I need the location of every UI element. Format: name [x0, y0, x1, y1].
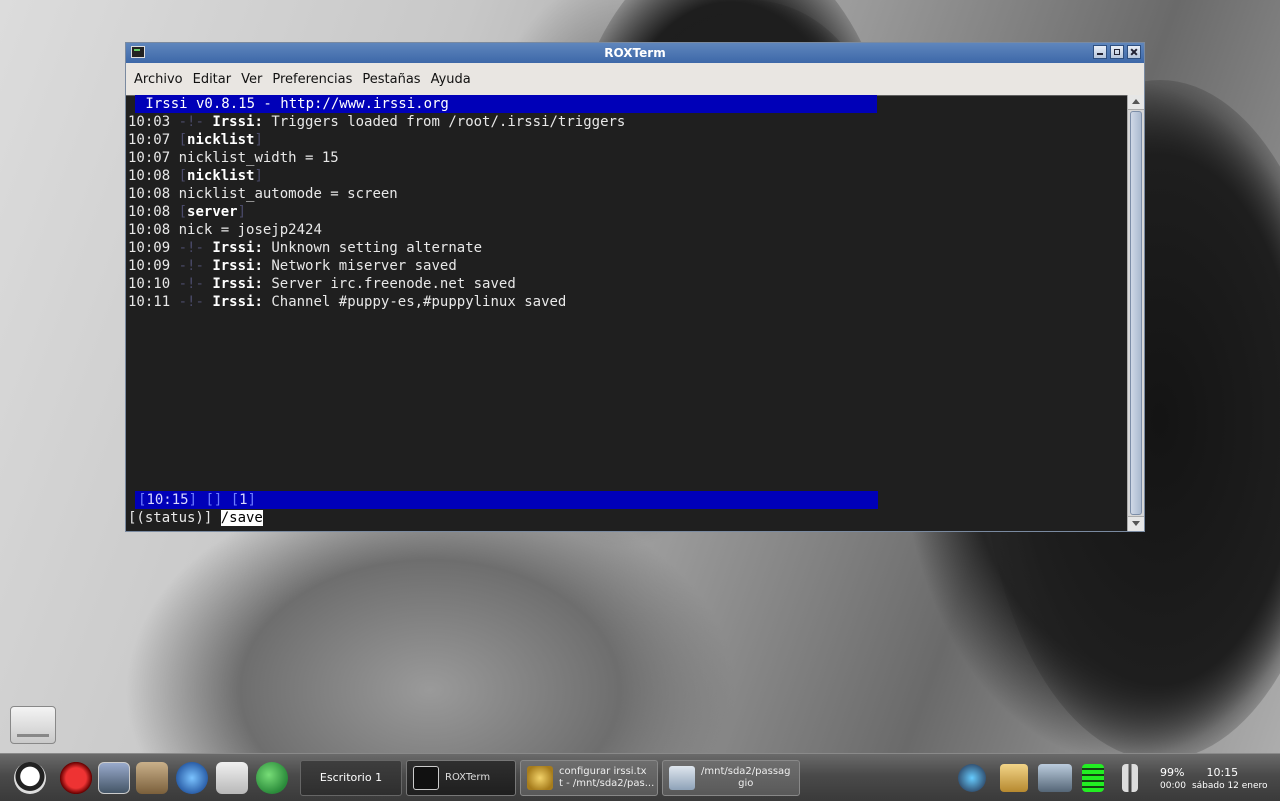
log-text: Network miserver saved [271, 258, 457, 274]
status-time: 10:15 [146, 492, 189, 508]
users-icon[interactable] [256, 762, 288, 794]
log-text: nick = josejp2424 [178, 222, 322, 238]
log-line: 10:08 [nicklist] [128, 168, 263, 184]
maximize-button[interactable] [1110, 45, 1124, 59]
memory-usage-icon[interactable] [1082, 764, 1104, 792]
clock-time: 10:15 [1206, 766, 1239, 779]
minimize-button[interactable] [1093, 45, 1107, 59]
log-time: 10:09 [128, 240, 171, 256]
log-time: 10:07 [128, 150, 171, 166]
log-time: 10:08 [128, 204, 171, 220]
task-label-line2: gio [738, 778, 754, 789]
status-window: 1 [239, 492, 248, 508]
editor-icon [527, 766, 553, 790]
home-icon[interactable] [136, 762, 168, 794]
task-folder[interactable]: /mnt/sda2/passag gio [662, 760, 800, 796]
menu-pestanas[interactable]: Pestañas [362, 72, 420, 87]
log-line: 10:08 nicklist_automode = screen [128, 185, 625, 203]
log-text: Channel #puppy-es,#puppylinux saved [271, 294, 567, 310]
log-text: Server irc.freenode.net saved [271, 276, 516, 292]
scroll-thumb[interactable] [1130, 111, 1142, 515]
workspace-pager[interactable]: Escritorio 1 [300, 760, 402, 796]
menu-bar: Archivo Editar Ver Preferencias Pestañas… [126, 63, 1144, 96]
clock-date: sábado 12 enero [1191, 781, 1268, 791]
volume-icon[interactable] [1122, 764, 1138, 792]
task-label-line1: /mnt/sda2/passag [701, 766, 791, 777]
scroll-up-arrow[interactable] [1128, 95, 1144, 110]
log-text: nicklist [187, 132, 255, 148]
log-line: 10:11 -!- Irssi: Channel #puppy-es,#pupp… [128, 294, 567, 310]
shutdown-icon[interactable] [60, 762, 92, 794]
task-roxterm[interactable]: ROXTerm [406, 760, 516, 796]
battery-time: 00:00 [1160, 781, 1186, 791]
terminal-area[interactable]: Irssi v0.8.15 - http://www.irssi.org 10:… [126, 95, 1128, 531]
log-text: nicklist [187, 168, 255, 184]
log-text: Triggers loaded from /root/.irssi/trigge… [271, 114, 626, 130]
log-line: 10:10 -!- Irssi: Server irc.freenode.net… [128, 276, 516, 292]
folder-icon [669, 766, 695, 790]
log-text: Unknown setting alternate [271, 240, 483, 256]
command-input[interactable]: /save [220, 510, 263, 526]
message-log: 10:03 -!- Irssi: Triggers loaded from /r… [128, 113, 625, 311]
log-text: nicklist_width = 15 [178, 150, 339, 166]
task-geany[interactable]: configurar irssi.tx t - /mnt/sda2/pas... [520, 760, 658, 796]
desktop-icon[interactable] [98, 762, 130, 794]
task-label: ROXTerm [445, 772, 491, 783]
drive-icon[interactable] [10, 706, 56, 744]
menu-editar[interactable]: Editar [193, 72, 232, 87]
log-time: 10:09 [128, 258, 171, 274]
log-line: 10:09 -!- Irssi: Network miserver saved [128, 258, 457, 274]
drive-icon[interactable] [216, 762, 248, 794]
clipboard-icon[interactable] [1000, 764, 1028, 792]
task-label-line2: t - /mnt/sda2/pas... [559, 778, 655, 789]
irssi-status-bar: [10:15] [] [1] [135, 491, 878, 509]
terminal-icon[interactable] [131, 46, 145, 58]
input-line[interactable]: [(status)] /save [128, 509, 263, 527]
log-line: 10:03 -!- Irssi: Triggers loaded from /r… [128, 114, 626, 130]
taskbar: Escritorio 1 ROXTerm configurar irssi.tx… [0, 753, 1280, 801]
menu-preferencias[interactable]: Preferencias [272, 72, 352, 87]
network-globe-icon[interactable] [958, 764, 986, 792]
log-line: 10:08 [server] [128, 204, 247, 220]
prompt-label: [(status)] [128, 510, 221, 526]
log-time: 10:08 [128, 168, 171, 184]
log-line: 10:07 [nicklist] [128, 132, 263, 148]
log-time: 10:11 [128, 294, 171, 310]
log-time: 10:08 [128, 186, 171, 202]
menu-ayuda[interactable]: Ayuda [431, 72, 471, 87]
puppy-menu-icon[interactable] [14, 762, 46, 794]
menu-archivo[interactable]: Archivo [134, 72, 183, 87]
battery-percent: 99% [1160, 766, 1185, 779]
log-text: server [187, 204, 238, 220]
log-line: 10:09 -!- Irssi: Unknown setting alterna… [128, 240, 483, 256]
log-time: 10:10 [128, 276, 171, 292]
window-title: ROXTerm [604, 46, 666, 60]
menu-ver[interactable]: Ver [241, 72, 262, 87]
log-text: nicklist_automode = screen [178, 186, 398, 202]
network-monitor-icon[interactable] [1038, 764, 1072, 792]
tray-status[interactable]: 99% 10:15 00:00 sábado 12 enero [1160, 766, 1268, 791]
vertical-scrollbar[interactable] [1127, 95, 1144, 531]
scroll-down-arrow[interactable] [1128, 516, 1144, 531]
log-time: 10:07 [128, 132, 171, 148]
log-time: 10:03 [128, 114, 171, 130]
task-label-line1: configurar irssi.tx [559, 766, 647, 777]
browser-icon[interactable] [176, 762, 208, 794]
irssi-topic-bar: Irssi v0.8.15 - http://www.irssi.org [135, 95, 877, 113]
roxterm-window: ROXTerm Archivo Editar Ver Preferencias … [125, 42, 1145, 532]
log-line: 10:08 nick = josejp2424 [128, 221, 625, 239]
log-time: 10:08 [128, 222, 171, 238]
window-titlebar[interactable]: ROXTerm [126, 43, 1144, 63]
log-line: 10:07 nicklist_width = 15 [128, 149, 625, 167]
close-button[interactable] [1127, 45, 1141, 59]
terminal-icon [413, 766, 439, 790]
